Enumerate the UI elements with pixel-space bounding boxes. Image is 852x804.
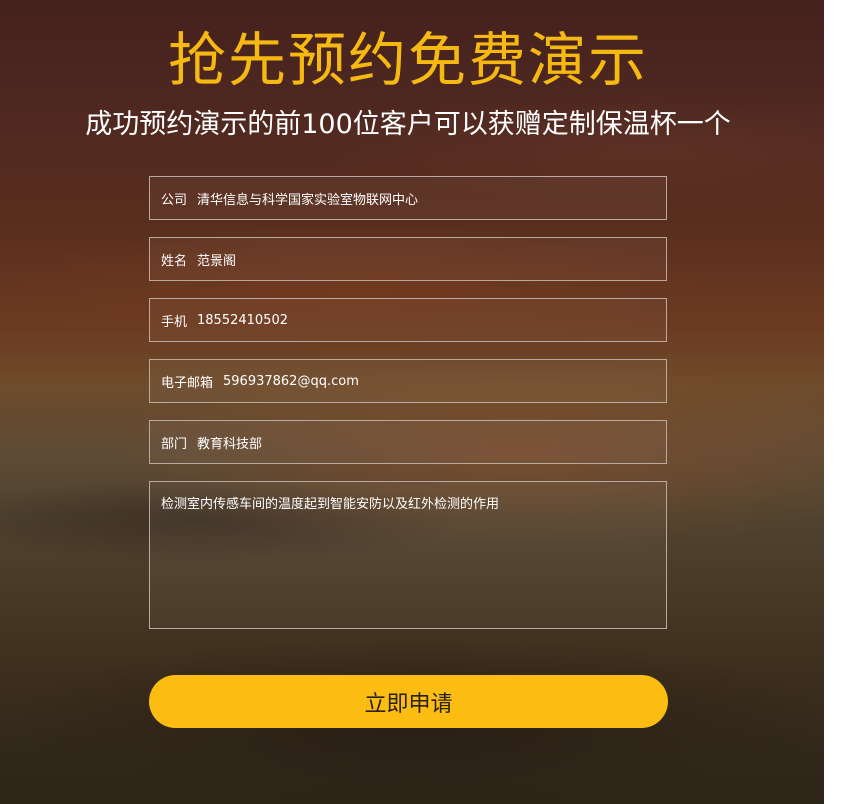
page-title: 抢先预约免费演示 bbox=[167, 26, 648, 94]
company-label: 公司 bbox=[161, 192, 188, 208]
name-label: 姓名 bbox=[161, 253, 188, 269]
message-textarea[interactable]: 检测室内传感车间的温度起到智能安防以及红外检测的作用 bbox=[149, 481, 667, 629]
phone-label: 手机 bbox=[161, 314, 188, 330]
page-subtitle: 成功预约演示的前100位客户可以获赠定制保温杯一个 bbox=[85, 109, 731, 140]
name-field[interactable]: 姓名 范景阁 bbox=[149, 237, 667, 281]
email-label: 电子邮箱 bbox=[161, 375, 214, 391]
department-label: 部门 bbox=[161, 436, 188, 452]
department-value: 教育科技部 bbox=[197, 436, 263, 452]
email-value: 596937862@qq.com bbox=[223, 373, 359, 389]
name-value: 范景阁 bbox=[197, 253, 237, 269]
company-field[interactable]: 公司 清华信息与科学国家实验室物联网中心 bbox=[149, 176, 667, 220]
phone-field[interactable]: 手机 18552410502 bbox=[149, 298, 667, 342]
email-field[interactable]: 电子邮箱 596937862@qq.com bbox=[149, 359, 667, 403]
submit-button[interactable]: 立即申请 bbox=[149, 675, 668, 728]
phone-value: 18552410502 bbox=[197, 312, 288, 328]
department-field[interactable]: 部门 教育科技部 bbox=[149, 420, 667, 464]
company-value: 清华信息与科学国家实验室物联网中心 bbox=[197, 192, 419, 208]
demo-signup-page: 抢先预约免费演示 成功预约演示的前100位客户可以获赠定制保温杯一个 公司 清华… bbox=[0, 0, 824, 804]
